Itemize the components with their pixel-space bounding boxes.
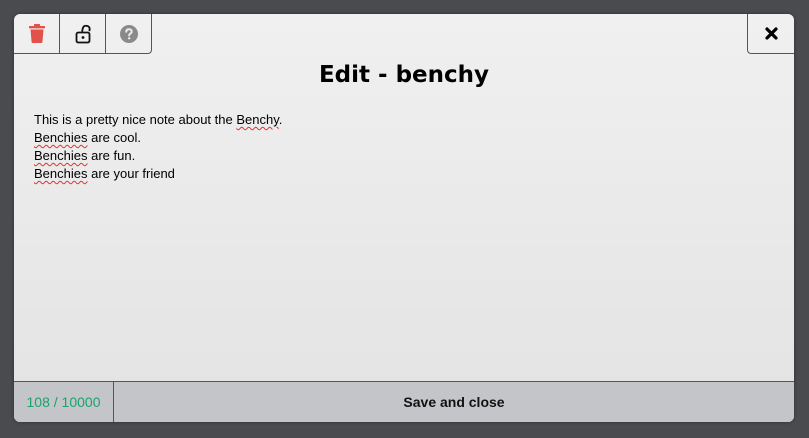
note-editor[interactable]: This is a pretty nice note about the Ben… (34, 111, 774, 376)
save-and-close-button[interactable]: Save and close (114, 382, 794, 422)
lock-toggle-button[interactable] (60, 14, 106, 54)
note-text: . (278, 112, 283, 127)
note-text: are cool. (87, 130, 141, 145)
note-text: This is a pretty nice note about the (34, 112, 237, 127)
delete-button[interactable] (14, 14, 60, 54)
note-text: are fun. (87, 148, 136, 163)
note-line: Benchies are fun. (34, 147, 774, 165)
trash-icon (28, 24, 45, 43)
dialog-title: Edit - benchy (318, 62, 490, 88)
misspelled-word: Benchies (34, 148, 88, 163)
misspelled-word: Benchy (236, 112, 279, 127)
edit-note-dialog: Edit - benchy This is a pretty nice note… (14, 14, 794, 422)
misspelled-word: Benchies (34, 130, 88, 145)
misspelled-word: Benchies (34, 166, 88, 181)
character-counter: 108 / 10000 (14, 382, 114, 422)
close-icon (764, 27, 778, 40)
note-text: are your friend (87, 166, 175, 181)
dialog-footer: 108 / 10000 Save and close (14, 381, 794, 422)
help-icon (119, 24, 138, 43)
note-line: Benchies are cool. (34, 129, 774, 147)
help-button[interactable] (106, 14, 152, 54)
close-button[interactable] (747, 14, 794, 54)
unlock-icon (75, 24, 91, 43)
dialog-toolbar (14, 14, 152, 54)
note-line: Benchies are your friend (34, 165, 774, 183)
note-line: This is a pretty nice note about the Ben… (34, 111, 774, 129)
